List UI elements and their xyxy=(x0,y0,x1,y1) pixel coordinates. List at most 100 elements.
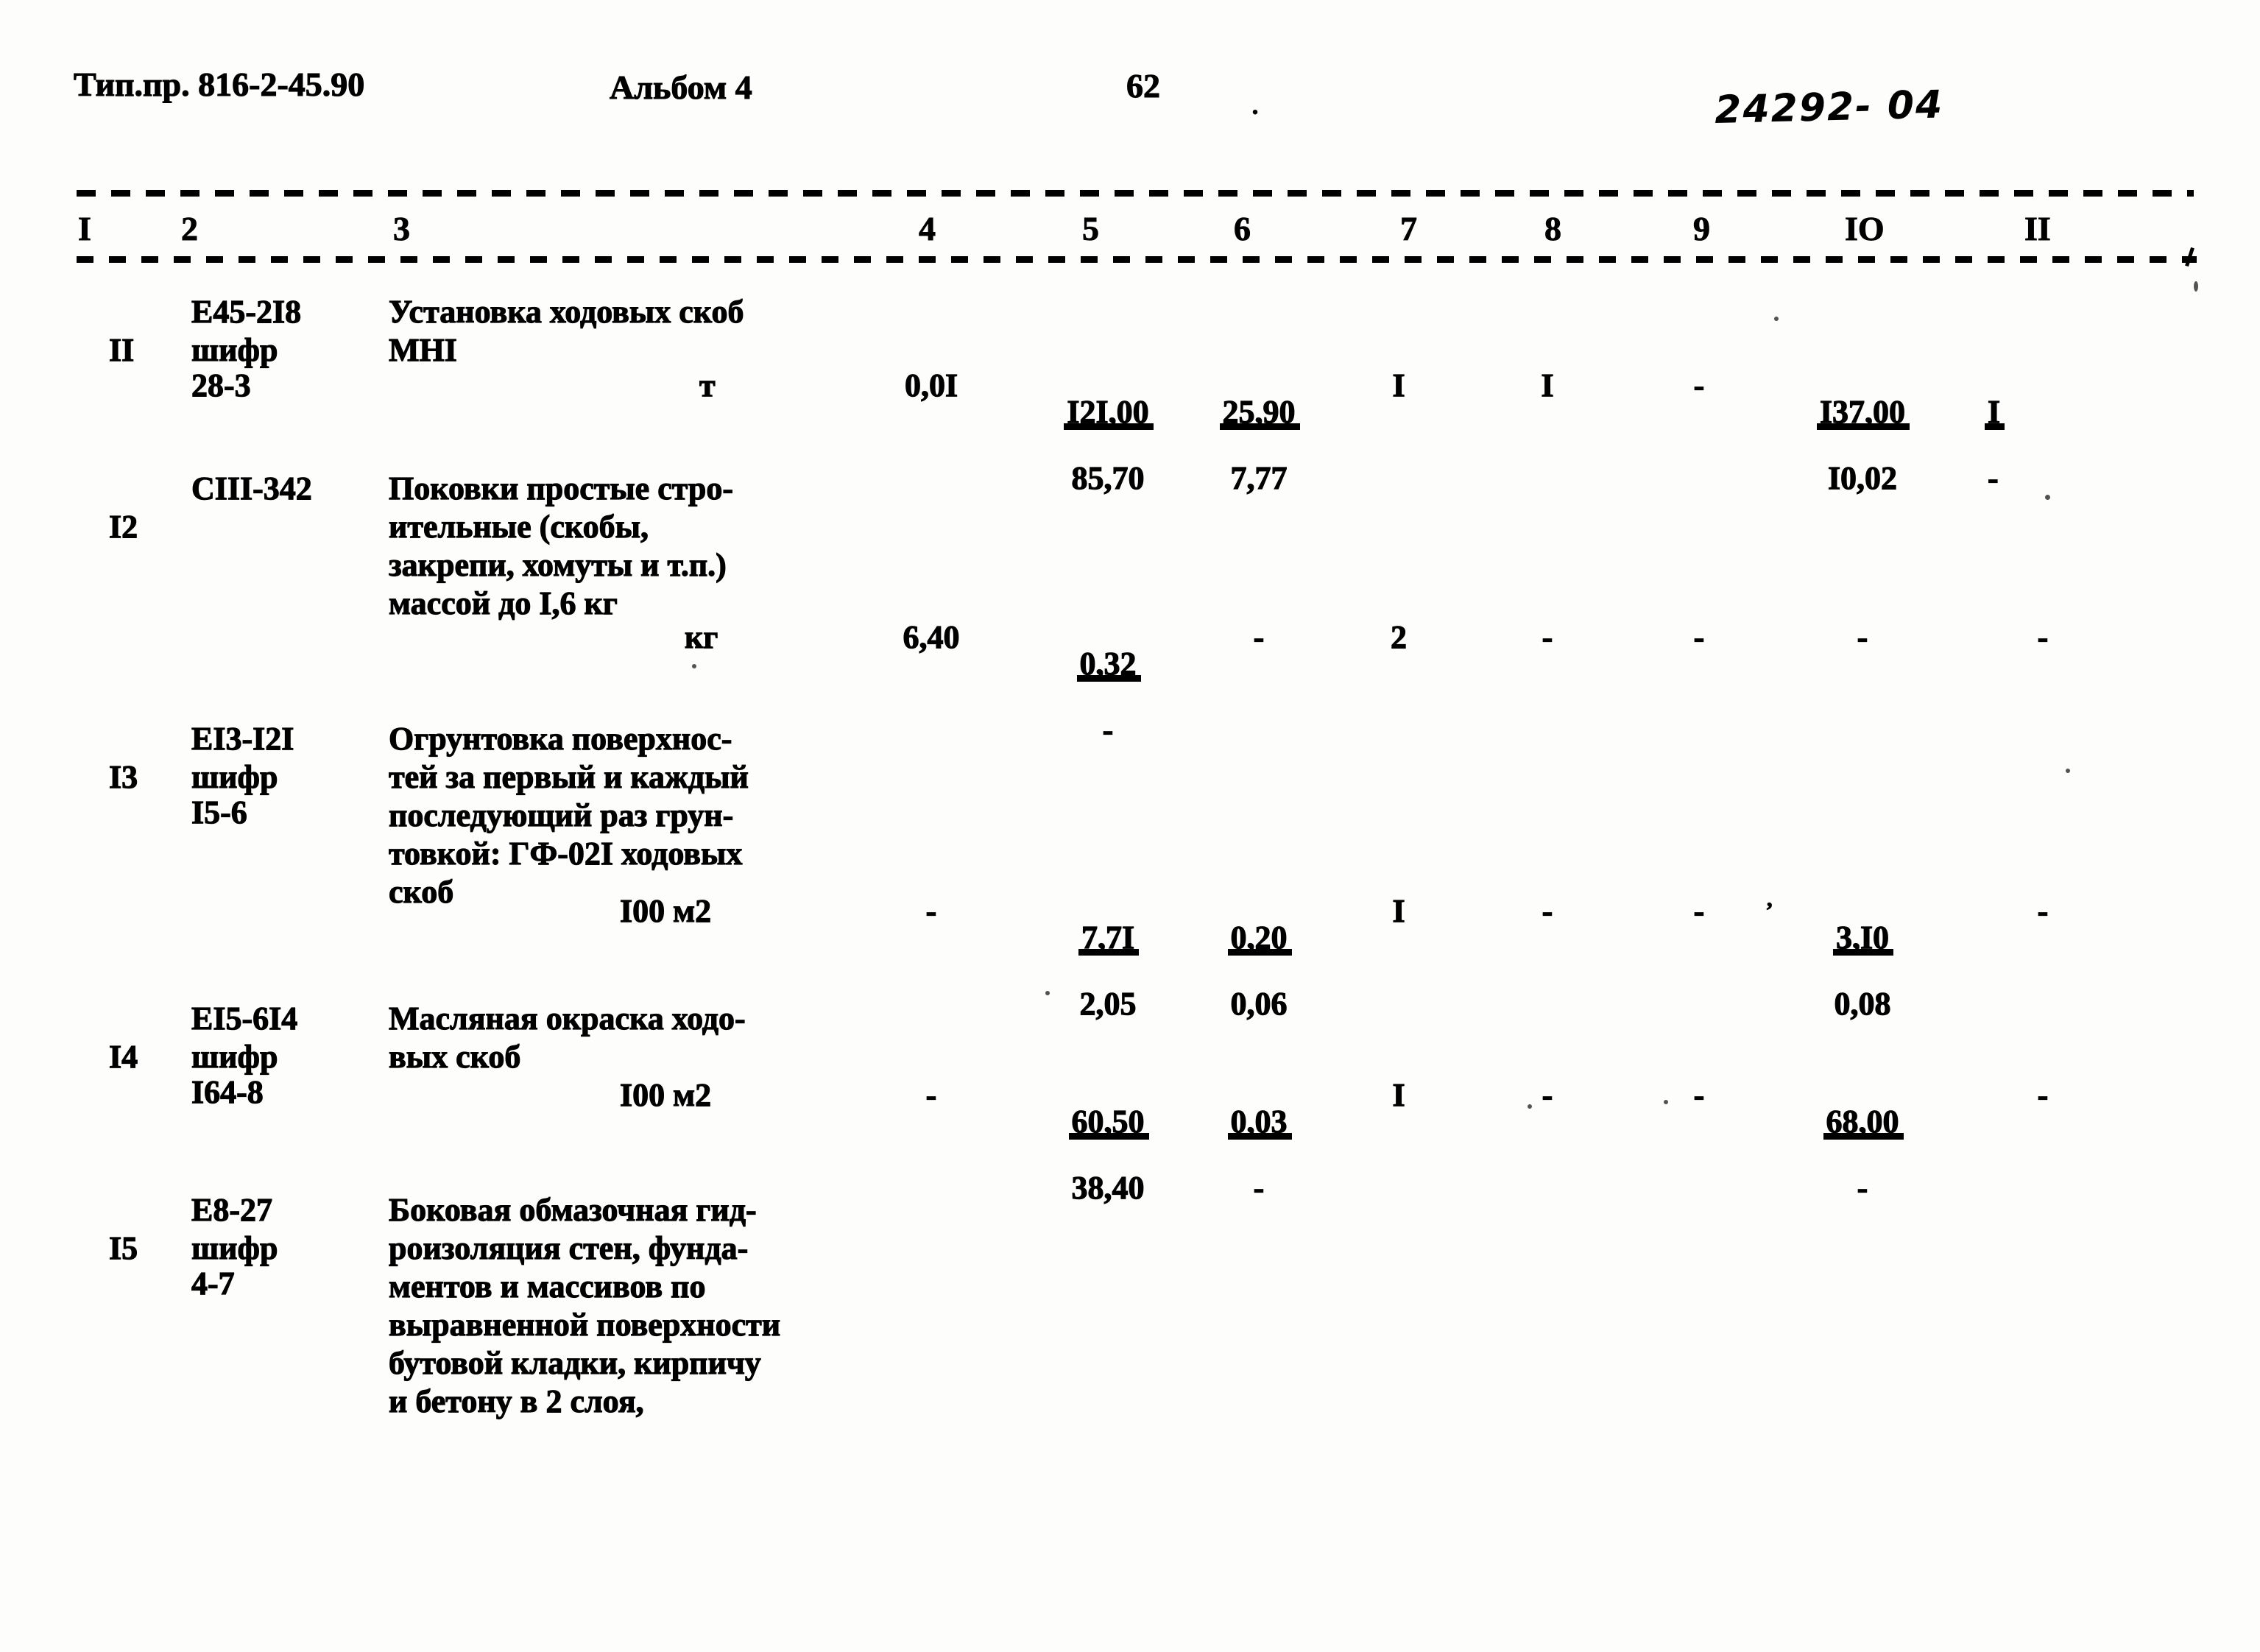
row-description-line-4: выравненной поверхности xyxy=(388,1306,781,1343)
row-unit: I00 м2 xyxy=(619,892,712,929)
column-header-3: 3 xyxy=(393,210,411,248)
row-cell-c7: I xyxy=(1392,367,1405,403)
scan-speck xyxy=(1045,991,1050,995)
table-row: II xyxy=(77,293,134,408)
row-cell-c6-bot: 7,77 xyxy=(1230,459,1288,496)
row-cell-c4: 6,40 xyxy=(903,618,960,655)
row-cell-c10: - xyxy=(1857,618,1868,655)
row-cell-c6-top: 0,03 xyxy=(1227,1103,1292,1140)
column-header-1: I xyxy=(78,210,92,248)
row-description-line-4: массой до I,6 кг xyxy=(388,585,618,621)
row-code-line-3: I64-8 xyxy=(191,1073,264,1110)
column-header-4: 4 xyxy=(919,210,936,248)
row-description-line-5: скоб xyxy=(388,873,454,910)
project-number-label: Тип.пр. 816-2-45.90 xyxy=(73,65,365,103)
row-description-line-5: бутовой кладки, кирпичу xyxy=(388,1344,761,1381)
row-cell-c11-top: I xyxy=(1984,393,2005,431)
row-cell-c6-bot: 0,06 xyxy=(1230,985,1288,1022)
row-number: I3 xyxy=(108,758,138,795)
row-code-line-1: EI5-6I4 xyxy=(191,1000,298,1037)
row-cell-c10-top: I37,00 xyxy=(1816,393,1910,431)
row-cell-c9: - xyxy=(1693,618,1705,655)
row-cell-c9: - xyxy=(1693,1076,1705,1113)
row-cell-c5-bot: 38,40 xyxy=(1071,1169,1145,1206)
row-description-line-1: Огрунтовка поверхнос- xyxy=(388,720,732,757)
row-code-line-3: I5-6 xyxy=(191,794,247,830)
row-cell-c11: - xyxy=(2037,892,2049,929)
row-cell-c6-top: 25,90 xyxy=(1219,393,1300,431)
column-header-9: 9 xyxy=(1693,210,1711,248)
row-unit: I00 м2 xyxy=(619,1076,712,1113)
column-header-2: 2 xyxy=(181,210,199,248)
scan-speck xyxy=(692,664,696,668)
row-description-line-2: ительные (скобы, xyxy=(388,508,649,545)
row-description-line-2: тей за первый и каждый xyxy=(388,758,749,795)
table-row: I5 xyxy=(77,1191,138,1306)
row-description-line-1: Боковая обмазочная гид- xyxy=(388,1191,757,1228)
scanned-document-page: Тип.пр. 816-2-45.90 Альбом 4 62 . 24292-… xyxy=(0,0,2260,1652)
row-description-line-1: Установка ходовых скоб xyxy=(388,293,744,330)
row-cell-c4: - xyxy=(925,892,937,929)
row-cell-c11: - xyxy=(2037,618,2049,655)
row-cell-c5-bot: 85,70 xyxy=(1071,459,1145,496)
row-cell-c8: - xyxy=(1542,892,1553,929)
row-number: I5 xyxy=(108,1229,138,1266)
row-description-line-4: товкой: ГФ-02I ходовых xyxy=(388,835,743,872)
row-cell-c5: 7,7I 2,05 xyxy=(1031,892,1185,1050)
row-description-line-6: и бетону в 2 слоя, xyxy=(388,1383,644,1419)
row-cell-c10-bot: 0,08 xyxy=(1834,985,1891,1022)
row-cell-c5-bot: - xyxy=(1102,711,1114,748)
row-cell-c6: 0,03 - xyxy=(1185,1076,1332,1234)
row-number: II xyxy=(108,331,135,368)
scan-speck xyxy=(1664,1100,1668,1104)
row-cell-c10-bot: I0,02 xyxy=(1827,459,1898,496)
row-cell-c11: I - xyxy=(1984,367,2098,524)
row-description-line-3: закрепи, хомуты и т.п.) xyxy=(388,546,727,583)
row-cell-c5-top: I2I,00 xyxy=(1064,393,1154,431)
row-code-line-2: шифр xyxy=(191,758,278,795)
handwritten-document-code: 24292- 04 xyxy=(1714,82,1944,133)
table-row: I4 xyxy=(77,1000,138,1115)
row-cell-c7: 2 xyxy=(1390,618,1407,655)
row-cell-c10: I37,00 I0,02 xyxy=(1774,367,1951,524)
column-header-10: IO xyxy=(1845,210,1885,248)
row-cell-c10-top: 3,I0 xyxy=(1832,919,1894,956)
row-cell-c7: I xyxy=(1392,892,1405,929)
column-header-7: 7 xyxy=(1400,210,1418,248)
row-cell-c11-bot: - xyxy=(1987,459,1999,496)
row-code-line-3: 4-7 xyxy=(191,1265,235,1302)
row-cell-c4: 0,0I xyxy=(904,367,958,403)
row-description-line-1: Масляная окраска ходо- xyxy=(388,1000,746,1037)
row-cell-c8: I xyxy=(1541,367,1554,403)
row-cell-c11: - xyxy=(2037,1076,2049,1113)
row-description-line-3: последующий раз грун- xyxy=(388,797,734,833)
row-code-line-3: 28-3 xyxy=(191,367,251,403)
row-description-line-2: МНI xyxy=(388,331,457,368)
scan-speck xyxy=(2194,281,2198,292)
column-header-6: 6 xyxy=(1234,210,1251,248)
stray-dot-mark: . xyxy=(1251,88,1259,121)
row-code-line-1: E45-2I8 xyxy=(191,293,302,330)
row-cell-c9: - xyxy=(1693,892,1705,929)
row-description-line-2: роизоляция стен, фунда- xyxy=(388,1229,749,1266)
row-cell-c5: 60,50 38,40 xyxy=(1031,1076,1185,1234)
table-header-bottom-dashed-rule xyxy=(77,256,2197,263)
row-description-line-2: вых скоб xyxy=(388,1038,521,1075)
row-cell-c6: 25,90 7,77 xyxy=(1185,367,1332,524)
row-cell-c10-bot: - xyxy=(1857,1169,1868,1206)
table-row: I2 xyxy=(77,470,138,585)
scan-speck xyxy=(1774,317,1779,321)
column-header-11: II xyxy=(2024,210,2052,248)
row-cell-c5-top: 7,7I xyxy=(1078,919,1140,956)
row-code-line-2: шифр xyxy=(191,331,278,368)
row-code-line-2: шифр xyxy=(191,1038,278,1075)
row-cell-c5-top: 60,50 xyxy=(1068,1103,1149,1140)
row-cell-c10-top: 68,00 xyxy=(1823,1103,1904,1140)
scan-speck xyxy=(1528,1104,1532,1109)
row-code-line-2: шифр xyxy=(191,1229,278,1266)
row-cell-c10: 3,I0 0,08 xyxy=(1774,892,1951,1050)
row-cell-c5: 0,32 - xyxy=(1031,618,1185,776)
scan-speck-mark: , xyxy=(1766,886,1773,911)
scan-speck xyxy=(2045,495,2050,500)
column-header-8: 8 xyxy=(1544,210,1562,248)
